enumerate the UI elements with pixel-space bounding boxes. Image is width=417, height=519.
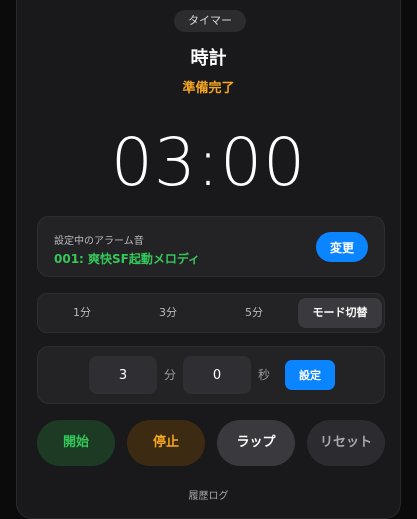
time-setter-panel: 分 秒 設定	[37, 346, 385, 404]
alarm-sound-name: 001: 爽快SF起動メロディ	[54, 252, 201, 266]
seconds-unit-label: 秒	[258, 368, 271, 382]
seconds-input[interactable]	[183, 356, 251, 394]
timer-tab-pill[interactable]: タイマー	[174, 10, 246, 32]
minutes-input[interactable]	[89, 356, 157, 394]
preset-3min-button[interactable]: 3分	[128, 298, 208, 328]
change-alarm-button[interactable]: 変更	[316, 232, 368, 262]
alarm-sound-panel: 設定中のアラーム音 001: 爽快SF起動メロディ 変更	[37, 216, 385, 277]
alarm-sound-label: 設定中のアラーム音	[54, 236, 144, 247]
preset-5min-button[interactable]: 5分	[214, 298, 294, 328]
page-title: 時計	[190, 48, 227, 69]
time-display: 03:00	[110, 124, 307, 201]
set-time-button[interactable]: 設定	[285, 360, 335, 390]
reset-button[interactable]: リセット	[307, 420, 385, 466]
lap-button[interactable]: ラップ	[217, 420, 295, 466]
mode-switch-button[interactable]: モード切替	[298, 298, 382, 328]
status-text: 準備完了	[182, 81, 235, 96]
stop-button[interactable]: 停止	[127, 420, 205, 466]
start-button[interactable]: 開始	[37, 420, 115, 466]
preset-1min-button[interactable]: 1分	[42, 298, 122, 328]
timer-card: タイマー 時計 準備完了 03:00 設定中のアラーム音 001: 爽快SF起動…	[16, 0, 401, 519]
mode-segmented-control: 1分 3分 5分 モード切替	[37, 293, 385, 333]
history-log-link[interactable]: 履歴ログ	[17, 487, 400, 502]
minutes-unit-label: 分	[164, 368, 177, 382]
